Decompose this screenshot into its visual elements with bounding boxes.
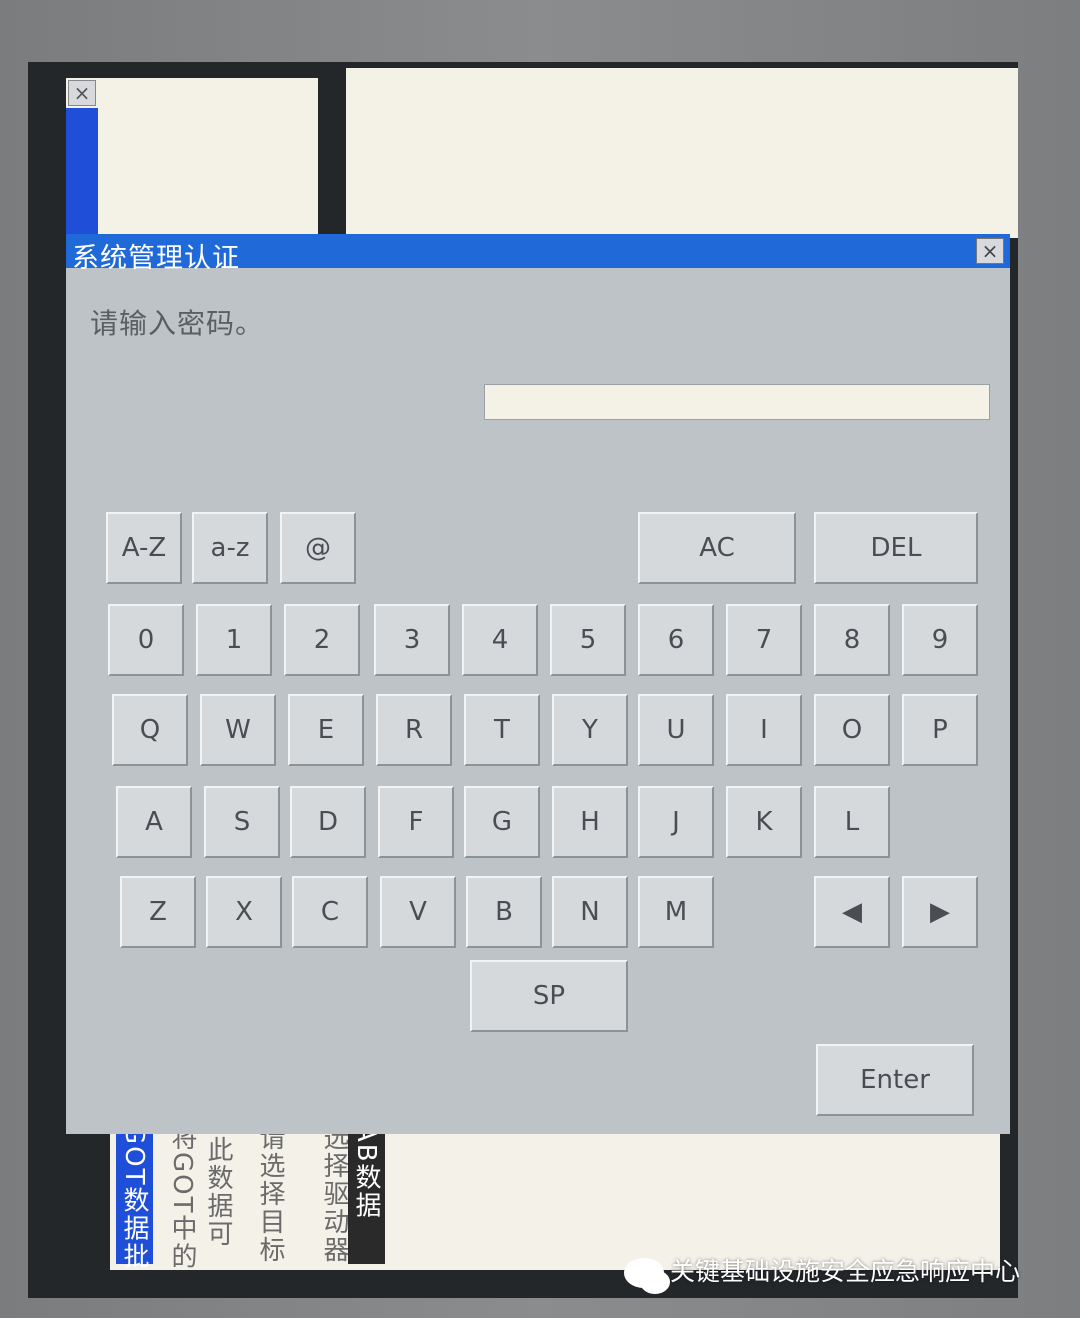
- key-a[interactable]: A: [116, 786, 192, 858]
- password-prompt: 请输入密码。: [90, 307, 265, 340]
- watermark: 关键基础设施安全应急响应中心: [624, 1252, 1021, 1294]
- key-m[interactable]: M: [638, 876, 714, 948]
- key-o[interactable]: O: [814, 694, 890, 766]
- key-y[interactable]: Y: [552, 694, 628, 766]
- key-4[interactable]: 4: [462, 604, 538, 676]
- watermark-text: 关键基础设施安全应急响应中心: [670, 1257, 1021, 1286]
- key-1[interactable]: 1: [196, 604, 272, 676]
- password-field[interactable]: [484, 384, 990, 420]
- key-2[interactable]: 2: [284, 604, 360, 676]
- key-e[interactable]: E: [288, 694, 364, 766]
- key-all-clear[interactable]: AC: [638, 512, 796, 584]
- key-symbol-mode[interactable]: @: [280, 512, 356, 584]
- key-u[interactable]: U: [638, 694, 714, 766]
- key-w[interactable]: W: [200, 694, 276, 766]
- key-n[interactable]: N: [552, 876, 628, 948]
- key-i[interactable]: I: [726, 694, 802, 766]
- key-space[interactable]: SP: [470, 960, 628, 1032]
- key-p[interactable]: P: [902, 694, 978, 766]
- key-f[interactable]: F: [378, 786, 454, 858]
- wechat-icon: [624, 1258, 670, 1294]
- key-cursor-left[interactable]: ◀: [814, 876, 890, 948]
- key-c[interactable]: C: [292, 876, 368, 948]
- background-window-left: ×: [66, 78, 318, 238]
- background-window-bottom: GOT数据批 将GOT中的 (此数据可 请选择目标 选择驱动器 AB数据: [110, 1124, 1000, 1271]
- key-l[interactable]: L: [814, 786, 890, 858]
- key-k[interactable]: K: [726, 786, 802, 858]
- background-window-right: [346, 68, 1018, 238]
- key-7[interactable]: 7: [726, 604, 802, 676]
- key-j[interactable]: J: [638, 786, 714, 858]
- key-x[interactable]: X: [206, 876, 282, 948]
- enter-button[interactable]: Enter: [816, 1044, 974, 1116]
- background-close-icon[interactable]: ×: [68, 80, 96, 106]
- key-delete[interactable]: DEL: [814, 512, 978, 584]
- hmi-screen: × GOT数据批 将GOT中的 (此数据可 请选择目标 选择驱动器 AB数据 系…: [28, 62, 1018, 1298]
- key-6[interactable]: 6: [638, 604, 714, 676]
- background-list-item: GOT数据批: [116, 1124, 153, 1271]
- key-8[interactable]: 8: [814, 604, 890, 676]
- key-0[interactable]: 0: [108, 604, 184, 676]
- key-d[interactable]: D: [290, 786, 366, 858]
- system-auth-dialog: 系统管理认证 × 请输入密码。 A-Z a-z @ AC DEL 0 1 2 3…: [66, 234, 1010, 1134]
- key-v[interactable]: V: [380, 876, 456, 948]
- key-g[interactable]: G: [464, 786, 540, 858]
- key-s[interactable]: S: [204, 786, 280, 858]
- key-q[interactable]: Q: [112, 694, 188, 766]
- key-b[interactable]: B: [466, 876, 542, 948]
- key-9[interactable]: 9: [902, 604, 978, 676]
- key-cursor-right[interactable]: ▶: [902, 876, 978, 948]
- dialog-title: 系统管理认证: [72, 243, 240, 274]
- close-icon[interactable]: ×: [976, 238, 1004, 264]
- key-t[interactable]: T: [464, 694, 540, 766]
- key-3[interactable]: 3: [374, 604, 450, 676]
- key-h[interactable]: H: [552, 786, 628, 858]
- key-uppercase-mode[interactable]: A-Z: [106, 512, 182, 584]
- background-list-item: 将GOT中的: [167, 1124, 197, 1271]
- key-lowercase-mode[interactable]: a-z: [192, 512, 268, 584]
- background-selection-strip: [66, 108, 98, 238]
- key-z[interactable]: Z: [120, 876, 196, 948]
- background-list-item: 请选择目标: [255, 1124, 285, 1264]
- background-list-item: AB数据: [348, 1124, 385, 1264]
- key-5[interactable]: 5: [550, 604, 626, 676]
- background-list-item: (此数据可: [203, 1124, 233, 1249]
- dialog-titlebar: 系统管理认证 ×: [66, 234, 1010, 274]
- key-r[interactable]: R: [376, 694, 452, 766]
